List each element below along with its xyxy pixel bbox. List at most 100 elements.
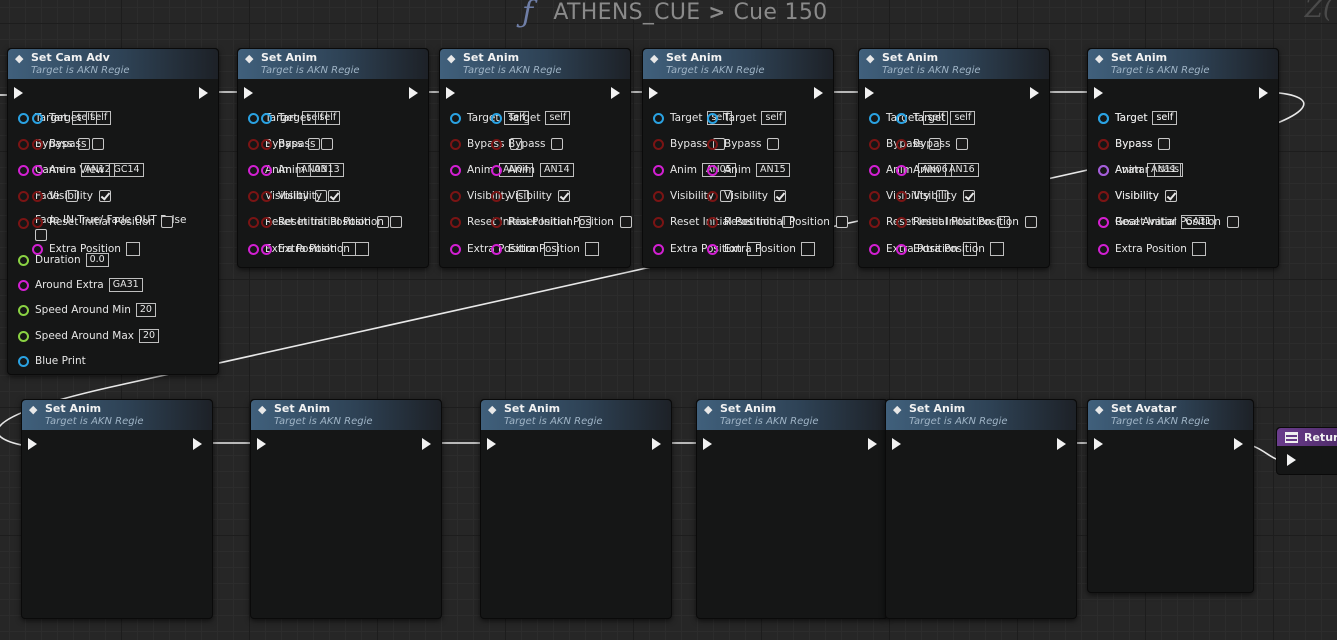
pin-checkbox[interactable]: [389, 216, 402, 228]
pin-target[interactable]: Target self: [32, 110, 112, 126]
pin-connector-icon[interactable]: [896, 164, 907, 176]
pin-connector-icon[interactable]: [18, 138, 29, 150]
pin-bypass[interactable]: Bypass: [1098, 136, 1171, 152]
pin-connector-icon[interactable]: [869, 190, 880, 202]
pin-extra-position[interactable]: Extra Position: [32, 241, 140, 257]
pin-connector-icon[interactable]: [653, 190, 664, 202]
exec-input-pin[interactable]: [865, 87, 874, 99]
node-header[interactable]: ◆ Set Anim Target is AKN Regie: [697, 400, 887, 430]
pin-visibility[interactable]: Visibility: [707, 188, 787, 204]
node-header[interactable]: ◆ Set Anim Target is AKN Regie: [859, 49, 1049, 79]
pin-value-field[interactable]: [1191, 242, 1206, 256]
pin-checkbox[interactable]: [558, 190, 571, 202]
pin-connector-icon[interactable]: [491, 138, 502, 150]
breadcrumb-root[interactable]: ATHENS_CUE: [553, 0, 700, 25]
pin-connector-icon[interactable]: [450, 112, 461, 124]
node-header[interactable]: ◆ Set Anim Target is AKN Regie: [1088, 49, 1278, 79]
pin-connector-icon[interactable]: [653, 138, 664, 150]
pin-connector-icon[interactable]: [491, 190, 502, 202]
exec-output-pin[interactable]: [814, 87, 823, 99]
pin-value-field[interactable]: [989, 242, 1004, 256]
pin-connector-icon[interactable]: [1098, 243, 1109, 255]
node-set-anim[interactable]: ◆ Set Anim Target is AKN Regie Target self By…: [696, 111, 888, 619]
node-set-cam-adv[interactable]: ◆ Set Cam Adv Target is AKN Regie Target sel…: [7, 48, 219, 375]
node-set-anim[interactable]: ◆ Set Anim Target is AKN Regie Target self By…: [480, 111, 672, 619]
node-set-anim[interactable]: ◆ Set Anim Target is AKN Regie Target self By…: [439, 48, 631, 268]
pin-connector-icon[interactable]: [491, 164, 502, 176]
pin-connector-icon[interactable]: [491, 243, 502, 255]
node-header[interactable]: ◆ Set Anim Target is AKN Regie: [886, 400, 1076, 430]
pin-connector-icon[interactable]: [653, 164, 664, 176]
exec-output-pin[interactable]: [1234, 438, 1243, 450]
exec-input-pin[interactable]: [244, 87, 253, 99]
pin-value-field[interactable]: GA31: [1181, 215, 1216, 229]
pin-visibility[interactable]: Visibility: [896, 188, 976, 204]
node-header[interactable]: ◆ Set Anim Target is AKN Regie: [251, 400, 441, 430]
pin-extra-position[interactable]: Extra Position: [707, 241, 815, 257]
pin-connector-icon[interactable]: [32, 216, 43, 228]
pin-checkbox[interactable]: [551, 138, 564, 150]
pin-value-field[interactable]: AN15: [755, 163, 790, 177]
pin-connector-icon[interactable]: [707, 216, 718, 228]
node-header[interactable]: ◆ Set Anim Target is AKN Regie: [238, 49, 428, 79]
pin-bypass[interactable]: Bypass: [491, 136, 564, 152]
pin-connector-icon[interactable]: [896, 112, 907, 124]
exec-input-pin[interactable]: [257, 438, 266, 450]
pin-goal-avatar[interactable]: Goal Avatar GA31: [1098, 214, 1216, 230]
pin-reset-initial-position[interactable]: Reset Initial Position: [261, 214, 402, 230]
pin-connector-icon[interactable]: [896, 138, 907, 150]
pin-connector-icon[interactable]: [18, 190, 29, 202]
pin-reset-initial-position[interactable]: Reset Initial Position: [491, 214, 632, 230]
pin-target[interactable]: Target self: [707, 110, 787, 126]
pin-connector-icon[interactable]: [261, 112, 272, 124]
exec-input-pin[interactable]: [649, 87, 658, 99]
exec-output-pin[interactable]: [1057, 438, 1066, 450]
node-set-anim[interactable]: ◆ Set Anim Target is AKN Regie Target self By…: [250, 111, 442, 619]
pin-value-field[interactable]: AN14: [539, 163, 574, 177]
pin-connector-icon[interactable]: [18, 164, 29, 176]
pin-value-field[interactable]: AN16: [944, 163, 979, 177]
pin-connector-icon[interactable]: [869, 164, 880, 176]
pin-reset-initial-position[interactable]: Reset Initial Position: [707, 214, 848, 230]
pin-connector-icon[interactable]: [1098, 164, 1109, 176]
pin-connector-icon[interactable]: [869, 112, 880, 124]
pin-connector-icon[interactable]: [261, 216, 272, 228]
pin-connector-icon[interactable]: [32, 243, 43, 255]
exec-input-pin[interactable]: [703, 438, 712, 450]
pin-connector-icon[interactable]: [450, 216, 461, 228]
pin-connector-icon[interactable]: [18, 330, 29, 342]
node-header[interactable]: ◆ Set Anim Target is AKN Regie: [440, 49, 630, 79]
pin-connector-icon[interactable]: [18, 304, 29, 316]
pin-target[interactable]: Target self: [261, 110, 341, 126]
pin-anim[interactable]: Anim AN15: [707, 162, 790, 178]
pin-bypass[interactable]: Bypass: [707, 136, 780, 152]
pin-checkbox[interactable]: [835, 216, 848, 228]
pin-visibility[interactable]: Visibility: [261, 188, 341, 204]
node-set-anim[interactable]: ◆ Set Anim Target is AKN Regie Target self By…: [858, 48, 1050, 268]
pin-checkbox[interactable]: [619, 216, 632, 228]
exec-output-pin[interactable]: [868, 438, 877, 450]
pin-connector-icon[interactable]: [261, 164, 272, 176]
pin-connector-icon[interactable]: [896, 190, 907, 202]
pin-connector-icon[interactable]: [18, 254, 29, 266]
pin-value-field[interactable]: GA31: [108, 278, 143, 292]
pin-checkbox[interactable]: [1226, 216, 1239, 228]
pin-speed-around-max[interactable]: Speed Around Max 20: [18, 328, 160, 344]
exec-output-pin[interactable]: [199, 87, 208, 99]
pin-value-field[interactable]: [125, 242, 140, 256]
pin-blue-print[interactable]: Blue Print: [18, 353, 86, 369]
pin-connector-icon[interactable]: [707, 138, 718, 150]
pin-connector-icon[interactable]: [1098, 216, 1109, 228]
pin-anim[interactable]: Anim AN13: [261, 162, 344, 178]
pin-checkbox[interactable]: [160, 216, 173, 228]
node-header[interactable]: ◆ Set Cam Adv Target is AKN Regie: [8, 49, 218, 79]
pin-connector-icon[interactable]: [1098, 112, 1109, 124]
pin-checkbox[interactable]: [35, 229, 47, 241]
pin-connector-icon[interactable]: [707, 243, 718, 255]
pin-visibility[interactable]: Visibility: [491, 188, 571, 204]
pin-connector-icon[interactable]: [450, 190, 461, 202]
pin-connector-icon[interactable]: [896, 243, 907, 255]
pin-connector-icon[interactable]: [896, 216, 907, 228]
pin-value-field[interactable]: [800, 242, 815, 256]
pin-checkbox[interactable]: [99, 190, 112, 202]
